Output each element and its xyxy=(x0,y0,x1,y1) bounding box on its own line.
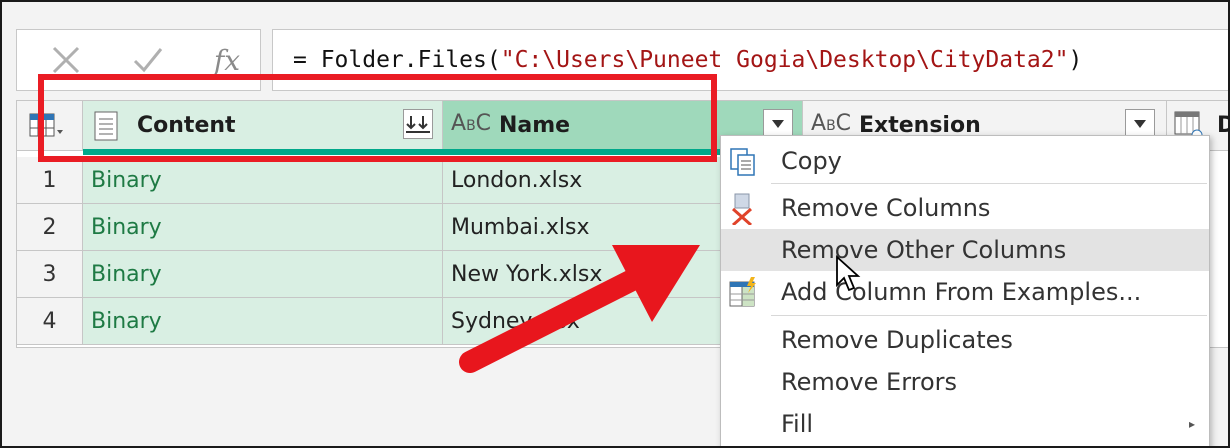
menu-item-copy[interactable]: Copy xyxy=(721,140,1209,182)
column-context-menu: Copy Remove Columns Remove Other Columns xyxy=(720,135,1210,446)
menu-item-label: Copy xyxy=(781,147,842,175)
menu-separator xyxy=(771,183,1207,184)
column-label-date: D xyxy=(1217,113,1228,138)
formula-suffix: ) xyxy=(1068,47,1083,73)
menu-item-label: Remove Other Columns xyxy=(781,236,1067,264)
menu-item-fill[interactable]: Fill ▸ xyxy=(721,403,1209,445)
cell-content[interactable]: Binary xyxy=(83,251,443,298)
formula-path: "C:\Users\Puneet Gogia\Desktop\CityData2… xyxy=(500,47,1069,73)
menu-item-remove-duplicates[interactable]: Remove Duplicates xyxy=(721,319,1209,361)
mouse-cursor-icon xyxy=(836,255,861,292)
menu-item-label: Remove Errors xyxy=(781,368,958,396)
menu-item-add-column-from-examples[interactable]: Add Column From Examples... xyxy=(721,271,1209,313)
menu-item-label: Remove Columns xyxy=(781,194,991,222)
text-type-icon: ABC xyxy=(811,111,852,136)
cell-content[interactable]: Binary xyxy=(83,204,443,251)
row-number: 3 xyxy=(17,251,83,298)
power-query-editor: fx = Folder.Files("C:\Users\Puneet Gogia… xyxy=(0,0,1230,448)
menu-item-remove-other-columns[interactable]: Remove Other Columns xyxy=(721,229,1209,271)
submenu-arrow-icon: ▸ xyxy=(1188,417,1195,431)
copy-icon xyxy=(730,148,755,176)
row-number: 4 xyxy=(17,298,83,345)
formula-prefix: = Folder.Files( xyxy=(293,47,501,73)
highlight-box-annotation xyxy=(38,74,717,162)
remove-columns-icon xyxy=(732,193,752,225)
cell-content[interactable]: Binary xyxy=(83,298,443,345)
menu-item-remove-columns[interactable]: Remove Columns xyxy=(721,187,1209,229)
menu-item-remove-errors[interactable]: Remove Errors xyxy=(721,361,1209,403)
row-number: 1 xyxy=(17,157,83,204)
cell-content[interactable]: Binary xyxy=(83,157,443,204)
add-column-examples-icon xyxy=(729,277,756,307)
menu-item-label: Remove Duplicates xyxy=(781,326,1013,354)
arrow-annotation xyxy=(459,245,700,373)
menu-item-label: Fill xyxy=(781,410,814,438)
menu-separator xyxy=(771,315,1207,316)
row-number: 2 xyxy=(17,204,83,251)
